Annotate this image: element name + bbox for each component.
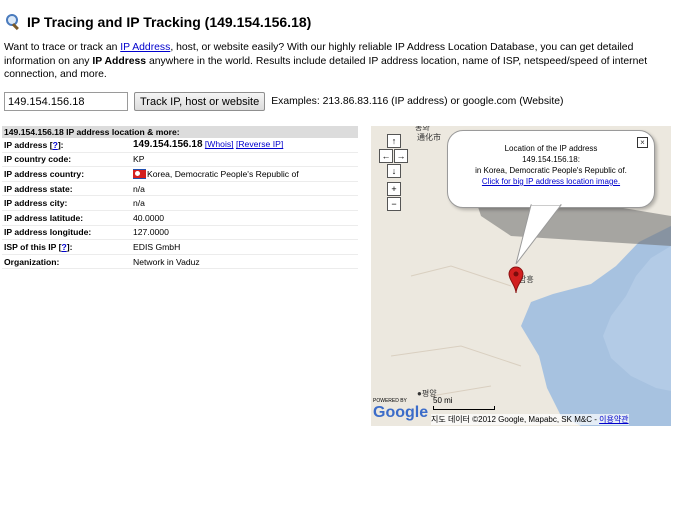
- page-title: IP Tracing and IP Tracking (149.154.156.…: [27, 14, 312, 30]
- pan-down-button[interactable]: ↓: [387, 164, 401, 178]
- table-row: IP address state: n/a: [2, 182, 358, 197]
- city-value: n/a: [133, 198, 145, 209]
- table-row: IP address city: n/a: [2, 196, 358, 211]
- location-marker-icon[interactable]: [508, 266, 524, 294]
- magnifier-icon: [5, 14, 21, 31]
- ip-address-value: 149.154.156.18: [133, 139, 203, 151]
- organization-value: Network in Vaduz: [133, 256, 200, 267]
- isp-label: ISP of this IP [?]:: [4, 241, 73, 252]
- ip-search-input[interactable]: [4, 92, 128, 111]
- table-header: 149.154.156.18 IP address location & mor…: [2, 126, 358, 138]
- close-icon[interactable]: ×: [637, 137, 648, 148]
- search-row: Track IP, host or website Examples: 213.…: [4, 92, 563, 111]
- page-header: IP Tracing and IP Tracking (149.154.156.…: [5, 12, 311, 32]
- country-value: Korea, Democratic People's Republic of: [147, 168, 299, 179]
- ip-info-table: 149.154.156.18 IP address location & mor…: [2, 126, 358, 270]
- table-row: IP address longitude: 127.0000: [2, 226, 358, 241]
- map-label-tonghua-cn: 通化市: [417, 133, 441, 142]
- zoom-in-button[interactable]: +: [387, 182, 401, 196]
- info-bubble: Location of the IP address 149.154.156.1…: [447, 130, 655, 208]
- state-value: n/a: [133, 183, 145, 194]
- ip-address-label: IP address [?]:: [4, 139, 64, 150]
- table-row: IP address [?]: 149.154.156.18 [Whois] […: [2, 138, 358, 153]
- pan-right-button[interactable]: →: [394, 149, 408, 163]
- track-button[interactable]: Track IP, host or website: [134, 92, 266, 111]
- examples-text: Examples: 213.86.83.116 (IP address) or …: [271, 96, 564, 107]
- whois-link[interactable]: [Whois]: [205, 139, 234, 149]
- table-row: ISP of this IP [?]: EDIS GmbH: [2, 240, 358, 255]
- location-map[interactable]: 통화 通化市 함흥 ●평양 ↑ ← → ↓ + − Location of th…: [371, 126, 671, 426]
- map-scale: 50 mi: [433, 396, 495, 410]
- map-copyright: 지도 데이터 ©2012 Google, Mapabc, SK M&C - 이용…: [431, 414, 629, 425]
- big-image-link[interactable]: Click for big IP address location image.: [448, 176, 654, 187]
- pan-up-button[interactable]: ↑: [387, 134, 401, 148]
- terms-link[interactable]: 이용약관: [599, 415, 628, 424]
- pan-left-button[interactable]: ←: [379, 149, 393, 163]
- ip-address-link[interactable]: IP Address: [120, 42, 170, 53]
- longitude-value: 127.0000: [133, 227, 169, 238]
- country-code-value: KP: [133, 154, 145, 165]
- table-row: IP address latitude: 40.0000: [2, 211, 358, 226]
- zoom-out-button[interactable]: −: [387, 197, 401, 211]
- kp-flag-icon: [133, 169, 146, 180]
- latitude-value: 40.0000: [133, 212, 165, 223]
- reverse-ip-link[interactable]: [Reverse IP]: [236, 139, 283, 149]
- intro-paragraph: Want to trace or track an IP Address, ho…: [4, 42, 648, 80]
- google-logo[interactable]: POWERED BY Google: [373, 398, 428, 422]
- table-row: IP address country: Korea, Democratic Pe…: [2, 167, 358, 182]
- table-row: IP country code: KP: [2, 153, 358, 168]
- table-row: Organization: Network in Vaduz: [2, 255, 358, 270]
- isp-value: EDIS GmbH: [133, 241, 181, 252]
